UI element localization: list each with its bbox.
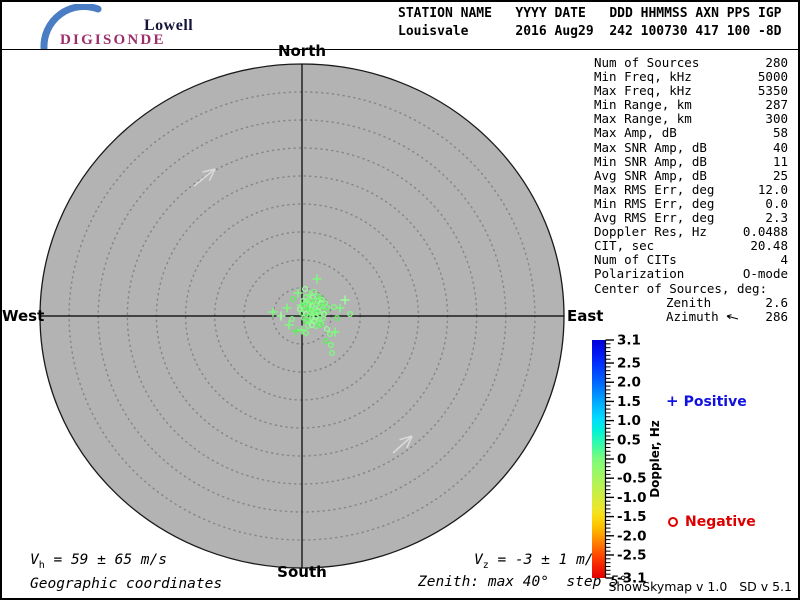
- positive-doppler-legend: + Positive: [666, 392, 747, 410]
- header-divider: [0, 49, 800, 50]
- colorbar-tick-label: 1.5: [617, 394, 641, 410]
- colorbar-tick-label: 3.1: [617, 333, 641, 349]
- compass-label-east: East: [567, 307, 617, 325]
- colorbar-tick-label: 2.0: [617, 375, 641, 391]
- plus-icon: +: [666, 392, 679, 410]
- colorbar-title: Doppler, Hz: [648, 420, 662, 498]
- compass-label-west: West: [2, 307, 39, 325]
- colorbar-tick-label: -1.5: [617, 509, 647, 525]
- colorbar-gradient: [592, 340, 605, 578]
- colorbar-tick-label: -3.1: [617, 571, 647, 587]
- colorbar-tick-label: -2.0: [617, 528, 647, 544]
- colorbar-tick-label: 1.0: [617, 413, 641, 429]
- negative-ring-icon: [668, 517, 678, 527]
- compass-label-south: South: [272, 563, 332, 581]
- colorbar-tick-label: 0.5: [617, 432, 641, 448]
- colorbar-tick-label: -2.5: [617, 547, 647, 563]
- colorbar-tick-label: -1.0: [617, 490, 647, 506]
- compass-label-north: North: [272, 42, 332, 60]
- colorbar-tick-label: 0: [617, 452, 626, 468]
- negative-legend-label: Negative: [685, 514, 756, 530]
- colorbar-tick-label: -0.5: [617, 471, 647, 487]
- colorbar-tick-label: 2.5: [617, 356, 641, 372]
- positive-legend-label: Positive: [684, 394, 747, 410]
- negative-doppler-legend: Negative: [668, 514, 756, 530]
- doppler-colorbar: 3.1 2.5 2.0 1.5 1.0 0.5 0 -0.5 -1.0 -1.5 -2.0 -2.5 -…: [585, 332, 800, 592]
